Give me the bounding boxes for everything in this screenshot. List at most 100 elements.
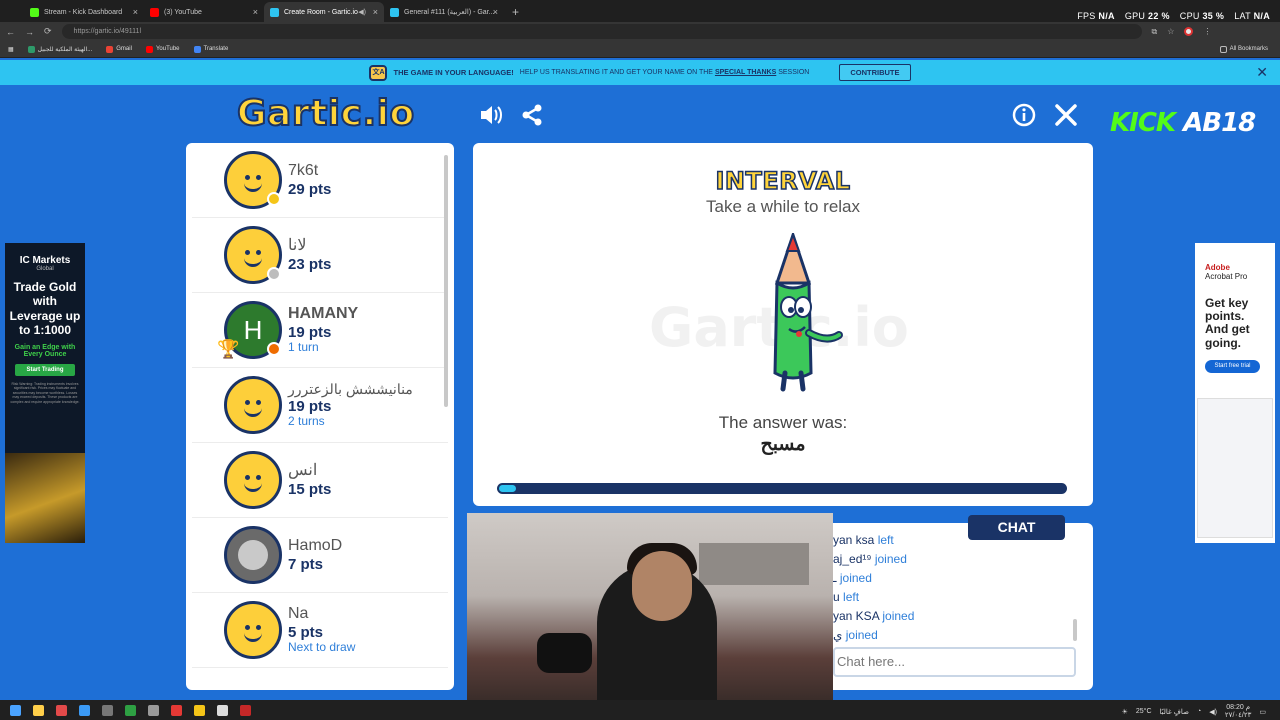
weather-icon: ☀ bbox=[1121, 708, 1128, 716]
players-scrollbar[interactable] bbox=[444, 155, 448, 407]
chat-message: ي joined bbox=[833, 628, 878, 642]
gartic-favicon-icon bbox=[270, 7, 279, 17]
close-tab-icon[interactable]: × bbox=[373, 7, 378, 17]
ad-icmarkets[interactable]: IC Markets Global Trade Gold with Levera… bbox=[5, 243, 85, 543]
status-dot-icon bbox=[267, 342, 281, 356]
close-tab-icon[interactable]: × bbox=[133, 7, 138, 17]
player-avatar bbox=[224, 451, 282, 509]
interval-subtitle: Take a while to relax bbox=[705, 197, 861, 216]
close-banner-icon[interactable]: ✕ bbox=[1256, 64, 1268, 81]
ad-headline: Trade Gold with Leverage up to 1:1000 bbox=[9, 280, 81, 338]
extensions-icon[interactable]: ⧉ bbox=[1152, 27, 1158, 37]
player-item[interactable]: 7k6t 29 pts bbox=[192, 143, 448, 218]
bookmark-star-icon[interactable]: ☆ bbox=[1167, 27, 1174, 37]
bookmark-translate[interactable]: Translate bbox=[193, 45, 228, 53]
player-name: Na bbox=[288, 605, 309, 623]
translation-banner: 文A THE GAME IN YOUR LANGUAGE! HELP US TR… bbox=[0, 60, 1280, 85]
site-icon bbox=[27, 45, 35, 53]
progress-fill bbox=[499, 485, 516, 492]
app-icon[interactable] bbox=[102, 704, 113, 716]
chat-input[interactable]: Chat here... bbox=[833, 647, 1076, 677]
player-avatar bbox=[224, 376, 282, 434]
close-game-icon[interactable] bbox=[1054, 103, 1078, 132]
info-icon[interactable] bbox=[1012, 103, 1036, 132]
browser-tab-bar: Stream - Kick Dashboard × (3) YouTube × … bbox=[0, 0, 1280, 22]
player-avatar-photo bbox=[224, 526, 282, 584]
bookmark-item[interactable]: الهيئة الملكية للجبيل... bbox=[27, 45, 92, 53]
browser-tab-gartic-general[interactable]: General #111 (العربية) - Gar... × bbox=[384, 2, 504, 22]
app-icon[interactable] bbox=[217, 704, 228, 716]
banner-text: HELP US TRANSLATING IT AND GET YOUR NAME… bbox=[519, 69, 810, 76]
start-icon[interactable] bbox=[10, 704, 21, 716]
answer-label: The answer was: bbox=[718, 413, 848, 432]
all-bookmarks[interactable]: All Bookmarks bbox=[1219, 45, 1268, 53]
address-bar: ← → ⟳ https://gartic.io/49111l ⧉ ☆ ⋮ bbox=[0, 22, 1280, 41]
clock[interactable]: 08:20 م ٢٧/٠٤/٢٣ bbox=[1225, 704, 1251, 719]
gartic-logo[interactable]: Gartic.io bbox=[236, 92, 415, 135]
reload-icon[interactable]: ⟳ bbox=[44, 26, 52, 37]
player-item[interactable]: H 🏆 HAMANY 19 pts 1 turn bbox=[192, 293, 448, 368]
browser-tab-youtube[interactable]: (3) YouTube × bbox=[144, 2, 264, 22]
windows-taskbar: ☀ 25°C صافٍ غالبًا ◔ ◀) 08:20 م ٢٧/٠٤/٢٣… bbox=[0, 700, 1280, 720]
player-points: 5 pts bbox=[288, 623, 324, 641]
player-name: HamoD bbox=[288, 537, 343, 555]
start-trading-button[interactable]: Start Trading bbox=[15, 363, 75, 376]
start-free-trial-button[interactable]: Start free trial bbox=[1205, 359, 1260, 373]
contribute-button[interactable]: CONTRIBUTE bbox=[839, 64, 911, 81]
bookmark-youtube[interactable]: YouTube bbox=[145, 45, 180, 53]
player-item[interactable]: لانا 23 pts bbox=[192, 218, 448, 293]
interval-progress-bar bbox=[497, 483, 1067, 494]
chrome-icon[interactable] bbox=[125, 704, 136, 716]
app-icon[interactable] bbox=[194, 704, 205, 716]
forward-icon[interactable]: → bbox=[25, 27, 34, 37]
player-item[interactable]: HamoD 7 pts bbox=[192, 518, 448, 593]
bookmarks-bar: ▦ الهيئة الملكية للجبيل... Gmail YouTube… bbox=[0, 41, 1280, 58]
bookmark-gmail[interactable]: Gmail bbox=[106, 45, 132, 53]
back-icon[interactable]: ← bbox=[6, 27, 15, 37]
player-item[interactable] bbox=[192, 668, 448, 690]
network-icon[interactable]: ◔ bbox=[1197, 708, 1201, 715]
special-thanks-link[interactable]: SPECIAL THANKS bbox=[715, 69, 776, 76]
streamer-webcam bbox=[467, 513, 833, 720]
close-tab-icon[interactable]: × bbox=[253, 7, 258, 17]
ad-adobe[interactable]: Adobe Acrobat Pro Get key points. And ge… bbox=[1195, 243, 1275, 543]
player-item[interactable]: Na 5 pts Next to draw bbox=[192, 593, 448, 668]
player-item[interactable]: انس 15 pts bbox=[192, 443, 448, 518]
app-icon[interactable] bbox=[171, 704, 182, 716]
chat-tab-button[interactable]: CHAT bbox=[968, 515, 1065, 540]
profile-avatar[interactable] bbox=[1184, 26, 1194, 36]
browser-tab-kick[interactable]: Stream - Kick Dashboard × bbox=[24, 2, 144, 22]
chat-scrollbar[interactable] bbox=[1073, 619, 1077, 641]
player-name: لانا bbox=[288, 237, 307, 255]
url-field[interactable]: https://gartic.io/49111l bbox=[61, 24, 1142, 39]
player-turns: 2 turns bbox=[288, 413, 325, 428]
notification-icon[interactable]: ▭ bbox=[1259, 708, 1266, 716]
kick-overlay-logo: KICK AB18 bbox=[1110, 108, 1256, 138]
obs-icon[interactable] bbox=[240, 704, 251, 716]
explorer-icon[interactable] bbox=[33, 704, 44, 716]
ad-headline: Get key points. And get going. bbox=[1205, 296, 1250, 350]
tab-label: Create Room - Gartic.io bbox=[284, 8, 358, 16]
close-tab-icon[interactable]: × bbox=[493, 7, 498, 17]
volume-icon[interactable]: ◀) bbox=[1209, 708, 1217, 716]
chat-message: yan ksa left bbox=[833, 533, 894, 547]
menu-icon[interactable]: ⋮ bbox=[1203, 27, 1211, 37]
status-dot-icon bbox=[267, 267, 281, 281]
new-tab-icon[interactable]: + bbox=[504, 2, 527, 22]
apps-icon[interactable]: ▦ bbox=[8, 46, 14, 53]
edge-icon[interactable] bbox=[79, 704, 90, 716]
speaker-icon[interactable]: ◀) bbox=[358, 8, 366, 16]
tab-label: (3) YouTube bbox=[164, 8, 202, 16]
gartic-favicon-icon bbox=[390, 7, 399, 17]
app-icon[interactable] bbox=[148, 704, 159, 716]
share-icon[interactable] bbox=[520, 103, 544, 132]
player-name: HAMANY bbox=[288, 305, 359, 323]
app-icon[interactable] bbox=[56, 704, 67, 716]
answer-word: مسبح bbox=[760, 434, 806, 455]
ad-tagline: Gain an Edge with Every Ounce bbox=[14, 343, 76, 358]
browser-tab-gartic-create[interactable]: Create Room - Gartic.io ◀) × bbox=[264, 2, 384, 22]
player-item[interactable]: منانيششش بالزعتررر 19 pts 2 turns bbox=[192, 368, 448, 443]
kick-favicon-icon bbox=[30, 7, 39, 17]
sound-icon[interactable] bbox=[478, 102, 504, 133]
player-avatar bbox=[224, 151, 282, 209]
